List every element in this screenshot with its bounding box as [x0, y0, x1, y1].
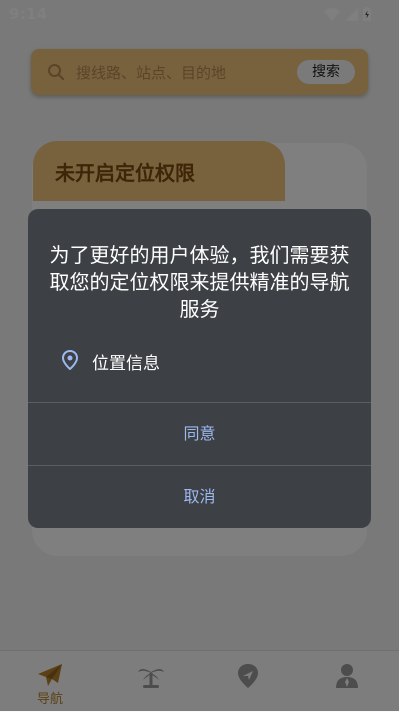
location-pin-icon — [61, 349, 79, 374]
cancel-button[interactable]: 取消 — [28, 466, 371, 528]
permission-dialog: 为了更好的用户体验，我们需要获取您的定位权限来提供精准的导航服务 位置信息 同意… — [28, 209, 371, 528]
dialog-message: 为了更好的用户体验，我们需要获取您的定位权限来提供精准的导航服务 — [49, 243, 350, 321]
permission-label: 位置信息 — [92, 354, 160, 374]
agree-button[interactable]: 同意 — [28, 403, 371, 465]
permission-item: 位置信息 — [61, 349, 160, 374]
